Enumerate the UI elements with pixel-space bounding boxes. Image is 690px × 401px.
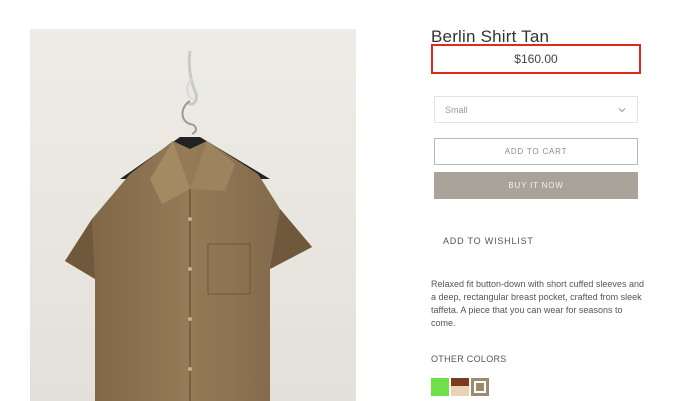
buy-it-now-button[interactable]: BUY IT NOW (434, 172, 638, 199)
shirt-on-hanger-illustration (65, 50, 312, 401)
swatch-tan[interactable] (471, 378, 489, 396)
swatch-green[interactable] (431, 378, 449, 396)
swatch-brown-cream[interactable] (451, 378, 469, 396)
chevron-down-icon (617, 105, 627, 115)
add-to-wishlist-link[interactable]: ADD TO WISHLIST (443, 236, 534, 246)
add-to-cart-button[interactable]: ADD TO CART (434, 138, 638, 165)
color-swatches (431, 378, 489, 396)
product-description: Relaxed fit button-down with short cuffe… (431, 279, 644, 328)
product-price: $160.00 (514, 52, 558, 66)
price-highlight-box: $160.00 (431, 44, 641, 74)
size-select-value: Small (445, 104, 468, 115)
other-colors-label: OTHER COLORS (431, 354, 507, 364)
product-image[interactable] (30, 29, 356, 401)
size-select[interactable]: Small (434, 96, 638, 123)
